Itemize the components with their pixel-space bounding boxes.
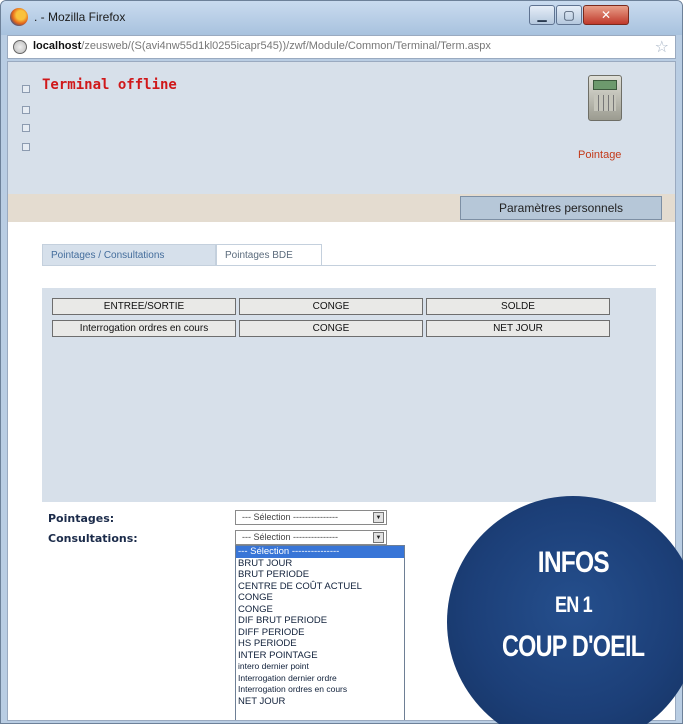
solde-button[interactable]: SOLDE	[426, 298, 610, 315]
globe-icon	[13, 40, 27, 54]
pointages-label: Pointages:	[48, 512, 115, 525]
dropdown-option[interactable]: Interrogation dernier ordre	[236, 673, 404, 685]
bookmark-star-icon[interactable]: ☆	[655, 37, 669, 56]
dropdown-option[interactable]: CONGE	[236, 592, 404, 604]
consultations-label: Consultations:	[48, 532, 138, 545]
personal-settings-button[interactable]: Paramètres personnels	[460, 196, 662, 220]
status-bullet-icon	[22, 85, 30, 93]
tab-divider	[42, 265, 656, 266]
promo-line-3: COUP D'OEIL	[501, 630, 645, 663]
dropdown-option[interactable]: HS PERIODE	[236, 638, 404, 650]
conge-button[interactable]: CONGE	[239, 298, 423, 315]
promo-line-2: EN 1	[554, 592, 593, 617]
dropdown-option[interactable]: Interrogation ordres en cours	[236, 684, 404, 696]
dropdown-option[interactable]: INTER POINTAGE	[236, 650, 404, 662]
terminal-status: Terminal offline	[42, 77, 177, 93]
dropdown-option[interactable]: NET JOUR	[236, 696, 404, 708]
chevron-down-icon[interactable]: ▼	[373, 512, 384, 523]
close-button[interactable]: ✕	[583, 5, 629, 25]
net-jour-button[interactable]: NET JOUR	[426, 320, 610, 337]
dropdown-option[interactable]: --- Sélection ---------------	[236, 546, 404, 558]
status-bullet-icon	[22, 143, 30, 151]
conge-button-2[interactable]: CONGE	[239, 320, 423, 337]
action-panel: ENTREE/SORTIE CONGE SOLDE Interrogation …	[42, 288, 656, 502]
pointage-link[interactable]: Pointage	[578, 149, 621, 161]
address-bar[interactable]: localhost/zeusweb/(S(avi4nw55d1kl0255ica…	[7, 35, 676, 59]
promo-line-1: INFOS	[537, 546, 609, 579]
dropdown-option[interactable]: DIFF PERIODE	[236, 627, 404, 639]
terminal-header: Terminal offline Pointage	[8, 62, 675, 194]
dropdown-option[interactable]: DIF BRUT PERIODE	[236, 615, 404, 627]
firefox-logo-icon	[10, 8, 28, 26]
url-text: localhost/zeusweb/(S(avi4nw55d1kl0255ica…	[33, 40, 491, 52]
consultations-select[interactable]: --- Sélection --------------- ▼	[235, 530, 387, 545]
dropdown-option[interactable]: CENTRE DE COÛT ACTUEL	[236, 581, 404, 593]
window-title: . - Mozilla Firefox	[34, 10, 126, 24]
title-bar: . - Mozilla Firefox ▁ ▢ ✕	[1, 1, 682, 35]
interrogation-ordres-button[interactable]: Interrogation ordres en cours	[52, 320, 236, 337]
dropdown-option[interactable]: BRUT PERIODE	[236, 569, 404, 581]
dropdown-option[interactable]: BRUT JOUR	[236, 558, 404, 570]
entree-sortie-button[interactable]: ENTREE/SORTIE	[52, 298, 236, 315]
chevron-down-icon[interactable]: ▼	[373, 532, 384, 543]
tab-pointages-bde[interactable]: Pointages BDE	[216, 244, 322, 266]
consultations-dropdown-list[interactable]: --- Sélection --------------- BRUT JOUR …	[235, 545, 405, 720]
tab-pointages-consultations[interactable]: Pointages / Consultations	[42, 244, 216, 266]
dropdown-option[interactable]: intero dernier point	[236, 661, 404, 673]
maximize-button[interactable]: ▢	[556, 5, 582, 25]
dropdown-option[interactable]: CONGE	[236, 604, 404, 616]
minimize-button[interactable]: ▁	[529, 5, 555, 25]
pointages-select[interactable]: --- Sélection --------------- ▼	[235, 510, 387, 525]
status-bullet-icon	[22, 106, 30, 114]
terminal-device-icon[interactable]	[588, 75, 622, 121]
status-bullet-icon	[22, 124, 30, 132]
